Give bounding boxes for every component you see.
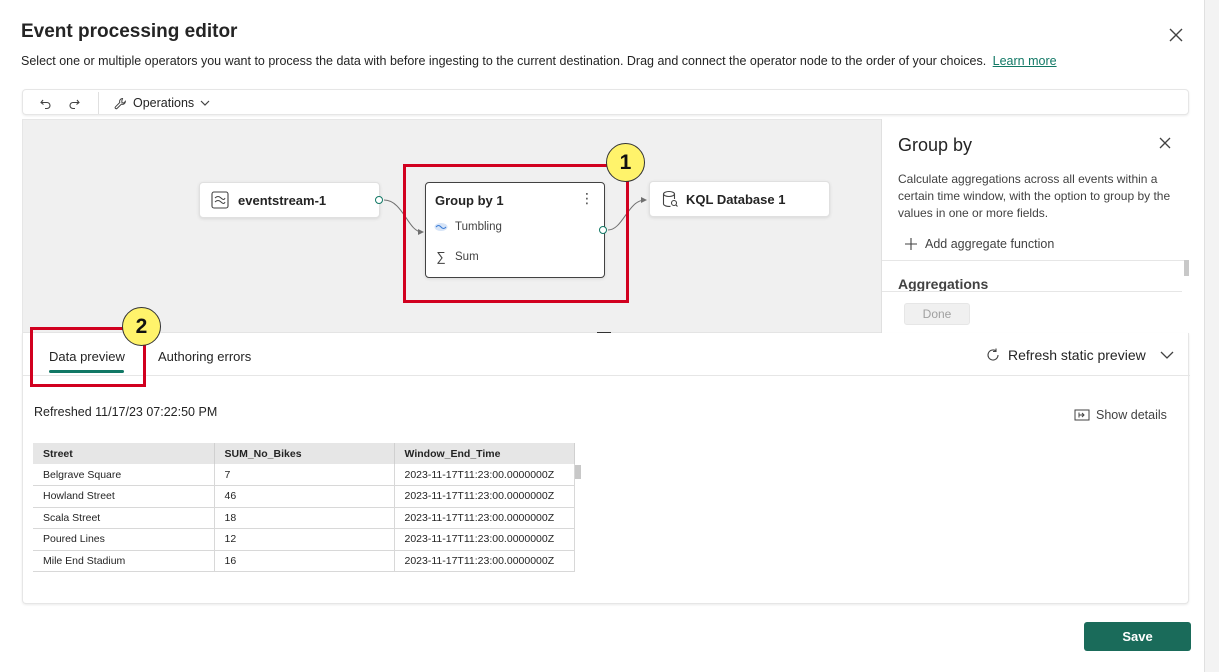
panel-title: Group by (898, 135, 973, 155)
table-cell: 2023-11-17T11:23:00.0000000Z (394, 464, 575, 486)
panel-divider-2 (882, 291, 1182, 292)
table-cell: 7 (214, 464, 395, 486)
group-by-highlight-box (403, 164, 629, 303)
show-details-button[interactable]: Show details (1074, 408, 1167, 422)
collapse-chevron-icon[interactable] (1160, 350, 1174, 360)
panel-scrollbar[interactable] (1184, 260, 1189, 276)
close-icon[interactable] (1167, 26, 1185, 44)
callout-badge-1: 1 (606, 143, 645, 182)
table-cell: 2023-11-17T11:23:00.0000000Z (394, 550, 575, 572)
source-output-port[interactable] (375, 196, 383, 204)
column-header[interactable]: Window_End_Time (394, 443, 575, 464)
column-header[interactable]: Street (33, 443, 215, 464)
add-aggregate-label: Add aggregate function (925, 237, 1055, 251)
table-row: Scala Street 18 2023-11-17T11:23:00.0000… (33, 507, 575, 529)
refresh-label: Refresh static preview (1008, 347, 1146, 363)
source-node[interactable]: eventstream-1 (199, 182, 380, 218)
table-cell: Mile End Stadium (33, 550, 215, 572)
table-cell: Belgrave Square (33, 464, 215, 486)
editor-toolbar: Operations (22, 89, 1189, 115)
panel-close-icon[interactable] (1158, 136, 1172, 150)
details-icon (1074, 409, 1090, 421)
toolbar-divider (98, 92, 99, 114)
save-button[interactable]: Save (1084, 622, 1191, 651)
chevron-down-icon (200, 100, 210, 106)
refreshed-timestamp: Refreshed 11/17/23 07:22:50 PM (34, 405, 218, 419)
table-cell: 12 (214, 528, 395, 551)
operations-menu[interactable]: Operations (114, 94, 210, 112)
table-cell: Howland Street (33, 485, 215, 508)
panel-divider (882, 260, 1189, 261)
refresh-static-preview-button[interactable]: Refresh static preview (985, 347, 1146, 363)
table-cell: Scala Street (33, 507, 215, 529)
tab-authoring-errors[interactable]: Authoring errors (158, 349, 251, 364)
source-node-label: eventstream-1 (238, 192, 327, 208)
table-header-row: Street SUM_No_Bikes Window_End_Time (33, 443, 575, 464)
table-row: Mile End Stadium 16 2023-11-17T11:23:00.… (33, 550, 575, 572)
eventstream-icon (211, 191, 229, 209)
table-row: Belgrave Square 7 2023-11-17T11:23:00.00… (33, 464, 575, 486)
undo-button[interactable] (39, 94, 53, 112)
table-cell: 46 (214, 485, 395, 508)
dialog-title: Event processing editor (21, 21, 238, 42)
table-row: Poured Lines 12 2023-11-17T11:23:00.0000… (33, 528, 575, 551)
destination-node[interactable]: KQL Database 1 (649, 181, 830, 217)
table-row: Howland Street 46 2023-11-17T11:23:00.00… (33, 485, 575, 508)
preview-tabs: Data preview Authoring errors Refresh st… (23, 333, 1190, 376)
column-header[interactable]: SUM_No_Bikes (214, 443, 395, 464)
show-details-label: Show details (1096, 408, 1167, 422)
refresh-icon (987, 348, 999, 361)
table-cell: 18 (214, 507, 395, 529)
plus-icon (905, 238, 917, 250)
event-processing-dialog: Event processing editor Select one or mu… (0, 0, 1205, 672)
table-cell: Poured Lines (33, 528, 215, 551)
destination-node-label: KQL Database 1 (686, 191, 786, 207)
dialog-subtitle: Select one or multiple operators you wan… (21, 54, 1057, 68)
add-aggregate-button[interactable]: Add aggregate function (904, 237, 1054, 251)
redo-button[interactable] (67, 94, 81, 112)
preview-pane: Data preview Authoring errors Refresh st… (22, 333, 1190, 604)
group-by-panel: Group by Calculate aggregations across a… (881, 119, 1189, 333)
aggregations-heading: Aggregations (898, 276, 989, 292)
done-button[interactable]: Done (904, 303, 970, 325)
table-cell: 2023-11-17T11:23:00.0000000Z (394, 528, 575, 551)
panel-description: Calculate aggregations across all events… (898, 172, 1171, 220)
data-preview-table: Street SUM_No_Bikes Window_End_Time Belg… (33, 443, 575, 572)
callout-badge-2: 2 (122, 307, 161, 346)
table-cell: 16 (214, 550, 395, 572)
table-cell: 2023-11-17T11:23:00.0000000Z (394, 485, 575, 508)
undo-icon (40, 99, 51, 110)
operations-label: Operations (133, 96, 195, 110)
learn-more-link[interactable]: Learn more (993, 54, 1057, 68)
table-scrollbar[interactable] (575, 465, 581, 479)
wrench-icon (114, 97, 126, 109)
redo-icon (69, 99, 80, 110)
table-cell: 2023-11-17T11:23:00.0000000Z (394, 507, 575, 529)
kql-database-icon (662, 190, 678, 207)
dialog-description: Select one or multiple operators you wan… (21, 54, 987, 68)
